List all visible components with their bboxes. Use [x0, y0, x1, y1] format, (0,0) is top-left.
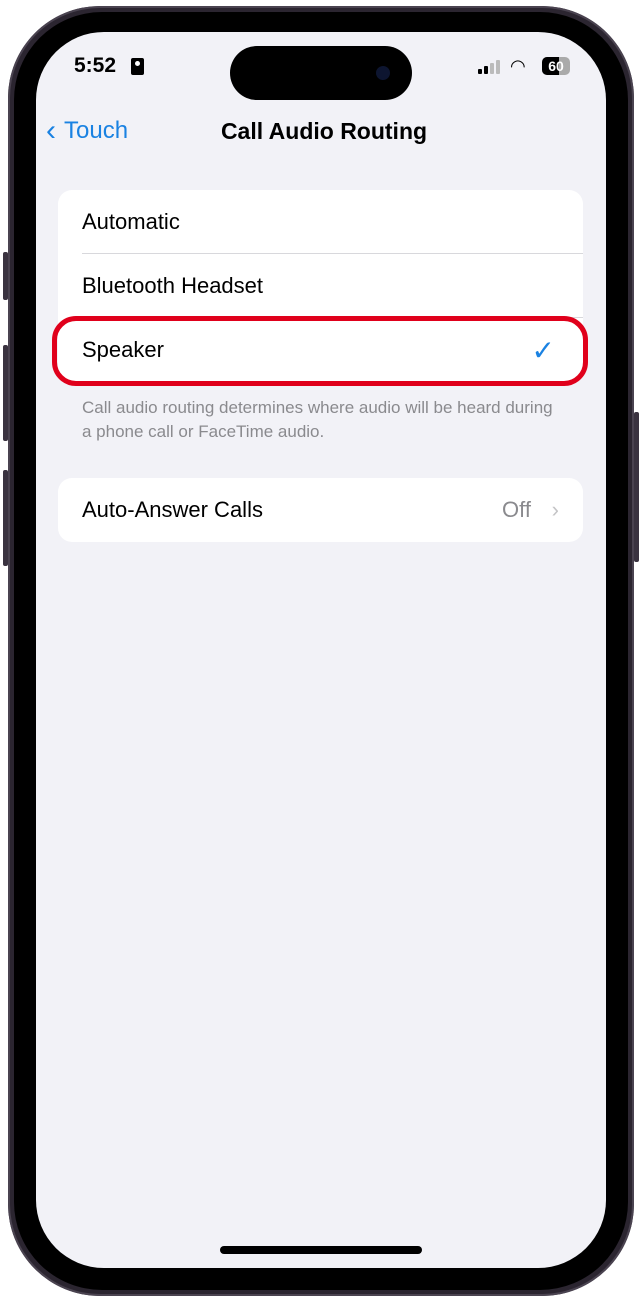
- volume-up-button: [3, 345, 8, 441]
- option-label: Automatic: [82, 209, 180, 234]
- auto-answer-calls-row[interactable]: Auto-Answer Calls Off ›: [58, 478, 583, 542]
- screen: 5:52 ◠ 60 ‹ Touch Call Audio Routing Aut…: [36, 32, 606, 1268]
- cellular-signal-icon: [478, 60, 502, 74]
- home-indicator[interactable]: [220, 1246, 422, 1254]
- battery-icon: 60: [542, 57, 570, 75]
- auto-answer-label: Auto-Answer Calls: [82, 497, 263, 522]
- auto-answer-value: Off: [502, 497, 531, 522]
- battery-percent: 60: [548, 58, 564, 74]
- volume-down-button: [3, 470, 8, 566]
- option-automatic[interactable]: Automatic: [58, 190, 583, 254]
- routing-footer-text: Call audio routing determines where audi…: [82, 398, 553, 441]
- wifi-icon: ◠: [510, 56, 526, 76]
- status-bar: 5:52 ◠ 60: [36, 52, 606, 82]
- red-highlight-annotation: [52, 316, 588, 386]
- option-bluetooth-headset[interactable]: Bluetooth Headset: [58, 254, 583, 318]
- page-title: Call Audio Routing: [220, 118, 428, 144]
- action-button: [3, 252, 8, 300]
- power-button: [634, 412, 639, 562]
- option-label: Bluetooth Headset: [82, 273, 264, 298]
- chevron-right-icon: ›: [551, 497, 559, 522]
- status-time: 5:52: [74, 54, 117, 77]
- auto-answer-group: Auto-Answer Calls Off ›: [58, 478, 583, 542]
- navigation-bar: ‹ Touch Call Audio Routing: [36, 110, 606, 154]
- contact-card-icon: [131, 58, 144, 75]
